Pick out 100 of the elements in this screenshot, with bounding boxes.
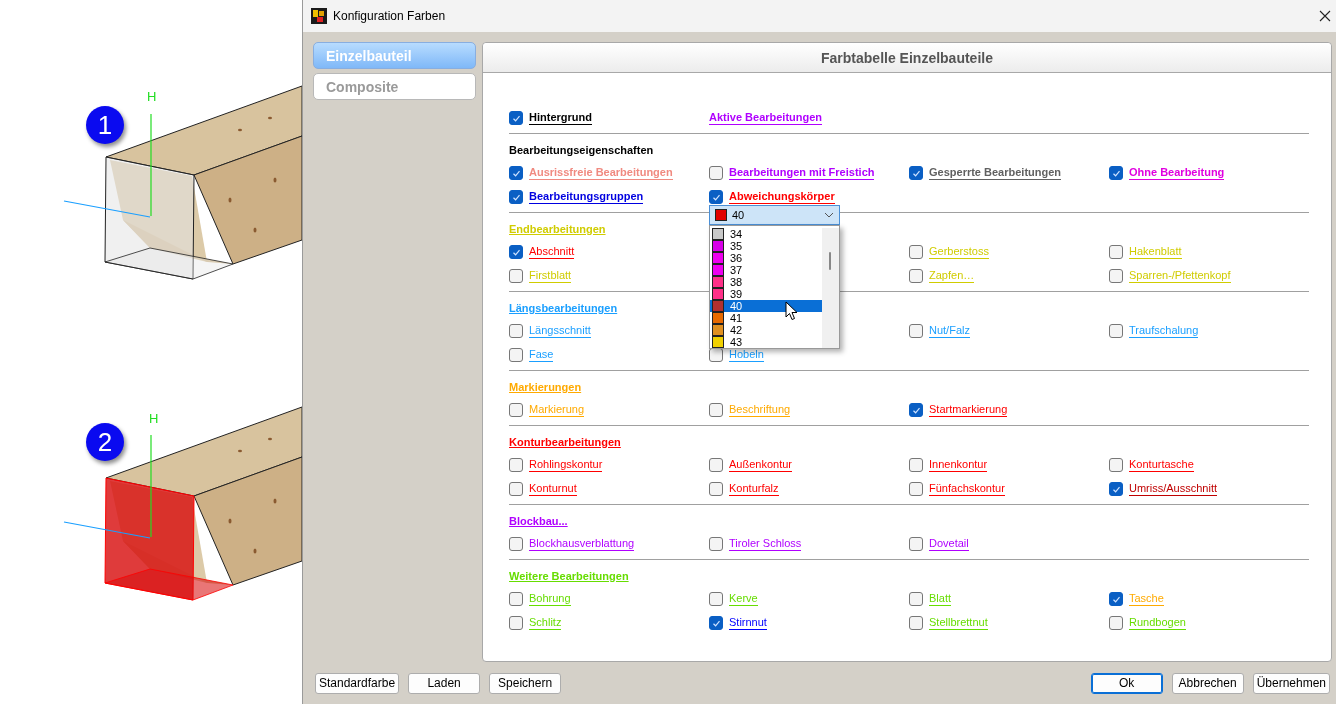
checkbox[interactable]	[909, 458, 923, 472]
chevron-down-icon	[824, 212, 834, 218]
color-link[interactable]: Rohlingskontur	[529, 458, 603, 472]
checkbox[interactable]	[1109, 269, 1123, 283]
checkbox[interactable]	[509, 269, 523, 283]
color-link[interactable]: Abschnitt	[529, 245, 575, 259]
color-link[interactable]: Hobeln	[729, 348, 764, 362]
dropdown-option[interactable]: 36	[710, 252, 822, 264]
color-link[interactable]: Gesperrte Bearbeitungen	[929, 166, 1062, 180]
dropdown-option[interactable]: 37	[710, 264, 822, 276]
color-link[interactable]: Dovetail	[929, 537, 969, 551]
step-badge: 1	[86, 106, 124, 144]
footer-button[interactable]: Übernehmen	[1252, 672, 1330, 694]
checkbox[interactable]	[509, 616, 523, 630]
checkbox[interactable]	[709, 166, 723, 180]
color-link[interactable]: Konturtasche	[1129, 458, 1194, 472]
color-link[interactable]: Außenkontur	[729, 458, 792, 472]
checkmark-icon	[511, 247, 521, 257]
color-link[interactable]: Startmarkierung	[929, 403, 1008, 417]
dropdown-option[interactable]: 40	[710, 300, 822, 312]
color-link[interactable]: Konturnut	[529, 482, 577, 496]
checkbox[interactable]	[509, 348, 523, 362]
color-link[interactable]: Fünfachskontur	[929, 482, 1005, 496]
checkmark-icon	[511, 192, 521, 202]
checkbox[interactable]	[709, 616, 723, 630]
dropdown-option[interactable]: 41	[710, 312, 822, 324]
checkbox[interactable]	[909, 616, 923, 630]
color-link[interactable]: Stirnnut	[729, 616, 767, 630]
checkbox[interactable]	[909, 324, 923, 338]
color-link[interactable]: Traufschalung	[1129, 324, 1199, 338]
checkmark-icon	[1111, 168, 1121, 178]
checkmark-icon	[1111, 594, 1121, 604]
window-title: Konfiguration Farben	[333, 9, 447, 23]
footer-button[interactable]: Abbrechen	[1171, 672, 1244, 694]
checkmark-icon	[511, 113, 521, 123]
dropdown-option[interactable]: 35	[710, 240, 822, 252]
checkbox[interactable]	[909, 482, 923, 496]
color-link[interactable]: Bearbeitungsgruppen	[529, 190, 644, 204]
checkbox[interactable]	[909, 166, 923, 180]
color-dropdown[interactable]: 40	[709, 205, 840, 225]
dropdown-option[interactable]: 39	[710, 288, 822, 300]
checkbox[interactable]	[709, 190, 723, 204]
checkbox[interactable]	[709, 537, 723, 551]
close-icon[interactable]	[1319, 10, 1331, 22]
color-link[interactable]: Blockhausverblattung	[529, 537, 635, 551]
checkbox[interactable]	[509, 166, 523, 180]
color-link[interactable]: Tiroler Schloss	[729, 537, 802, 551]
checkbox[interactable]	[1109, 482, 1123, 496]
checkmark-icon	[911, 405, 921, 415]
checkbox[interactable]	[509, 592, 523, 606]
checkbox[interactable]	[509, 482, 523, 496]
checkbox[interactable]	[709, 403, 723, 417]
dropdown-option[interactable]: 38	[710, 276, 822, 288]
checkbox[interactable]	[909, 537, 923, 551]
checkbox[interactable]	[709, 592, 723, 606]
color-link[interactable]: Ausrissfreie Bearbeitungen	[529, 166, 673, 180]
color-link[interactable]: Längsschnitt	[529, 324, 591, 338]
checkbox[interactable]	[509, 458, 523, 472]
checkbox[interactable]	[1109, 245, 1123, 259]
color-link[interactable]: Umriss/Ausschnitt	[1129, 482, 1218, 496]
checkbox[interactable]	[1109, 616, 1123, 630]
checkbox[interactable]	[709, 458, 723, 472]
checkbox[interactable]	[1109, 324, 1123, 338]
sidebar-tab[interactable]: Composite	[313, 73, 476, 100]
color-link[interactable]: Nut/Falz	[929, 324, 970, 338]
color-link[interactable]: Innenkontur	[929, 458, 988, 472]
color-link[interactable]: Ohne Bearbeitung	[1129, 166, 1225, 180]
checkmark-icon	[1111, 484, 1121, 494]
scrollbar[interactable]	[822, 228, 839, 348]
checkbox[interactable]	[909, 403, 923, 417]
footer-button[interactable]: Standardfarbe	[315, 672, 400, 694]
color-link[interactable]: Konturfalz	[729, 482, 779, 496]
color-link[interactable]: Hintergrund	[529, 111, 592, 125]
footer-button[interactable]: Laden	[408, 672, 481, 694]
checkbox[interactable]	[909, 592, 923, 606]
footer-button[interactable]: Speichern	[489, 672, 562, 694]
footer-button[interactable]: Ok	[1090, 672, 1163, 694]
dropdown-option[interactable]: 34	[710, 228, 822, 240]
checkbox[interactable]	[909, 269, 923, 283]
color-link[interactable]: Bearbeitungen mit Freistich	[729, 166, 875, 180]
checkbox[interactable]	[509, 190, 523, 204]
checkbox[interactable]	[509, 245, 523, 259]
section-heading[interactable]: Blockbau...	[509, 514, 568, 528]
color-link[interactable]: Fase	[529, 348, 554, 362]
dropdown-option[interactable]: 43	[710, 336, 822, 348]
color-link[interactable]: Abweichungskörper	[729, 190, 835, 204]
checkbox[interactable]	[1109, 592, 1123, 606]
checkmark-icon	[711, 618, 721, 628]
checkbox[interactable]	[509, 537, 523, 551]
checkbox[interactable]	[909, 245, 923, 259]
section-heading[interactable]: Längsbearbeitungen	[509, 301, 618, 315]
checkbox[interactable]	[509, 403, 523, 417]
section-heading[interactable]: Konturbearbeitungen	[509, 435, 621, 449]
checkbox[interactable]	[1109, 166, 1123, 180]
checkbox[interactable]	[1109, 458, 1123, 472]
checkbox[interactable]	[709, 482, 723, 496]
dropdown-option[interactable]: 42	[710, 324, 822, 336]
checkbox[interactable]	[509, 111, 523, 125]
color-link[interactable]: Aktive Bearbeitungen	[709, 111, 823, 125]
checkbox[interactable]	[509, 324, 523, 338]
